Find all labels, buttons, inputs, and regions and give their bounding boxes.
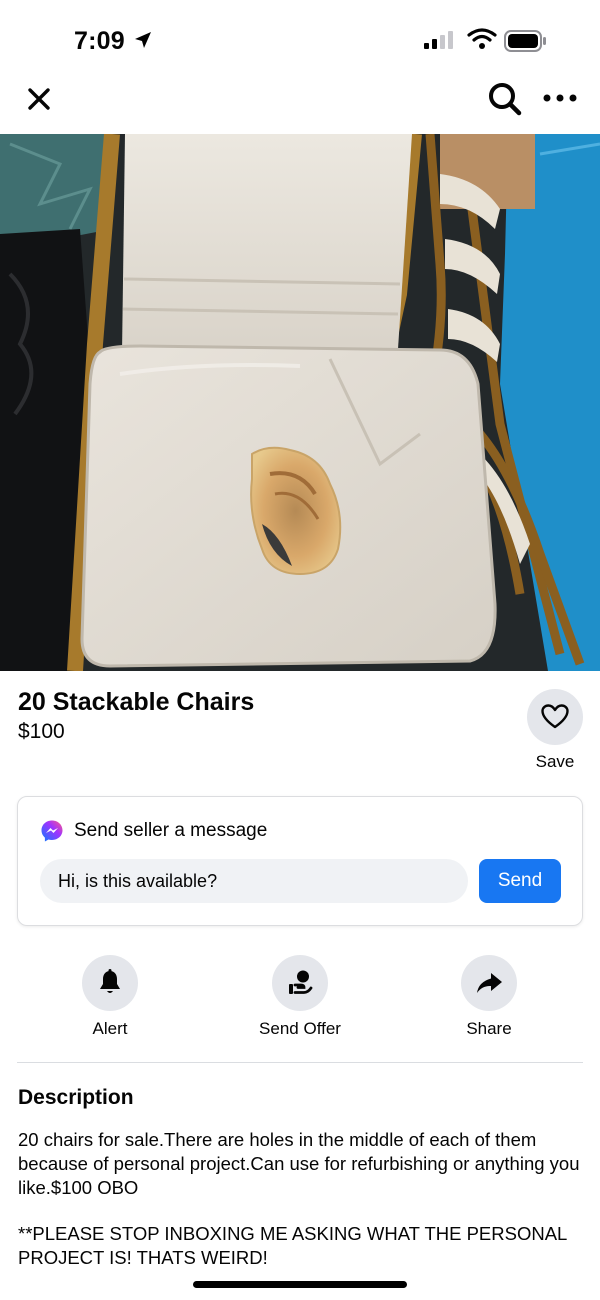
send-offer-label: Send Offer <box>259 1019 341 1038</box>
share-label: Share <box>466 1019 512 1038</box>
section-divider <box>17 1062 583 1063</box>
share-button[interactable] <box>461 955 517 1011</box>
close-icon <box>28 88 50 110</box>
message-heading: Send seller a message <box>74 820 268 841</box>
description-warning: **PLEASE STOP INBOXING ME ASKING WHAT TH… <box>18 1223 567 1268</box>
bell-icon <box>100 969 120 993</box>
share-action[interactable]: Share <box>414 955 564 1045</box>
status-bar: 7:09 <box>0 0 600 72</box>
send-offer-action[interactable]: Send Offer <box>225 955 375 1045</box>
home-indicator[interactable] <box>193 1281 407 1288</box>
location-arrow-icon <box>135 32 151 48</box>
search-button[interactable] <box>486 80 524 118</box>
send-message-card: Send seller a message Send <box>17 796 583 926</box>
listing-title: 20 Stackable Chairs <box>18 688 255 716</box>
send-button[interactable]: Send <box>479 859 561 903</box>
save-button[interactable] <box>527 689 583 745</box>
wifi-icon <box>467 28 497 49</box>
description-body: 20 chairs for sale.There are holes in th… <box>18 1129 580 1198</box>
status-time: 7:09 <box>74 27 125 55</box>
alert-label: Alert <box>92 1019 128 1038</box>
listing-price: $100 <box>18 720 65 743</box>
alert-action[interactable]: Alert <box>35 955 185 1045</box>
description-heading: Description <box>18 1086 134 1109</box>
offer-icon <box>289 970 313 994</box>
messenger-icon <box>41 820 63 842</box>
search-icon <box>489 83 522 116</box>
close-button[interactable] <box>22 82 56 116</box>
alert-button[interactable] <box>82 955 138 1011</box>
heart-icon <box>541 704 569 729</box>
more-options-button[interactable] <box>540 86 580 110</box>
listing-photo[interactable] <box>0 134 600 671</box>
share-arrow-icon <box>477 973 502 993</box>
message-input[interactable] <box>40 859 468 903</box>
more-icon <box>543 94 577 102</box>
send-offer-button[interactable] <box>272 955 328 1011</box>
chair-listing-photo <box>0 134 600 671</box>
cellular-signal-icon <box>424 31 453 49</box>
save-label[interactable]: Save <box>516 752 594 772</box>
battery-icon <box>504 30 546 52</box>
